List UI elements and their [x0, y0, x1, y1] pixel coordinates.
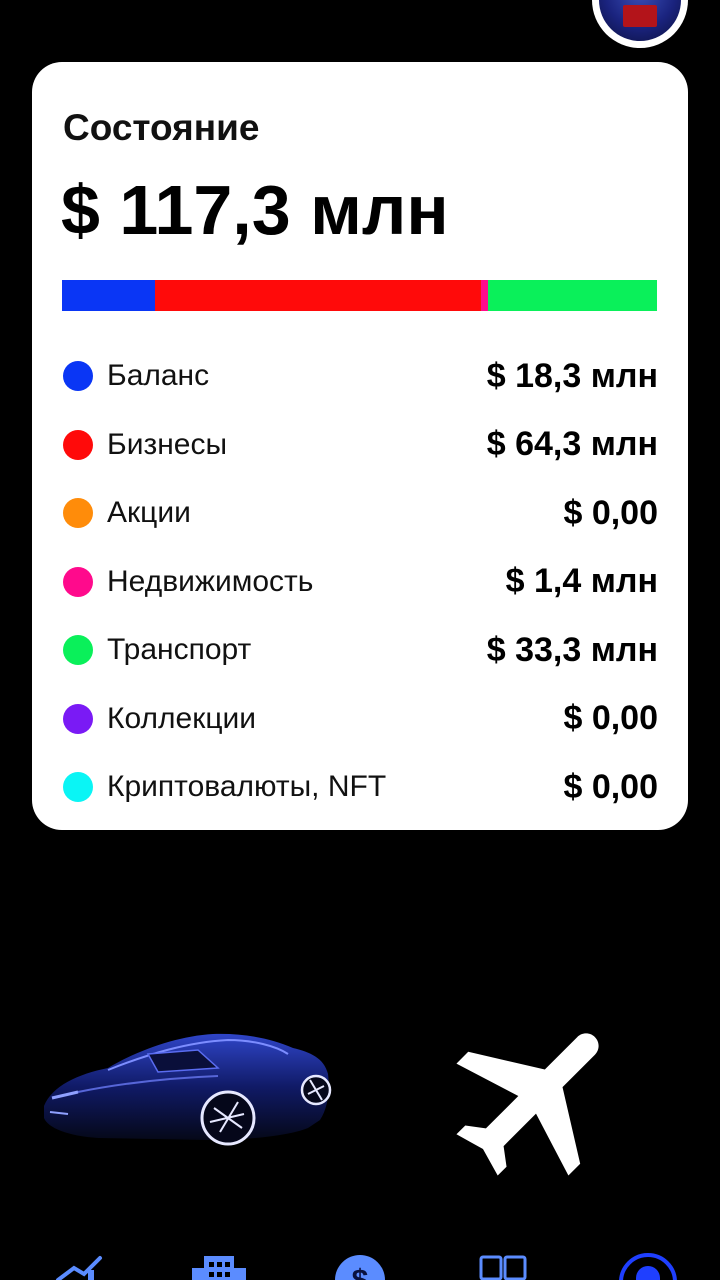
breakdown-row[interactable]: Баланс $ 18,3 млн	[62, 342, 658, 411]
breakdown-label: Криптовалюты, NFT	[107, 770, 387, 804]
bottom-navigation: $	[0, 1240, 720, 1280]
breakdown-row[interactable]: Недвижимость $ 1,4 млн	[62, 548, 658, 617]
cards-icon[interactable]	[478, 1254, 538, 1280]
breakdown-value: $ 0,00	[563, 699, 658, 738]
breakdown-row[interactable]: Акции $ 0,00	[62, 479, 658, 548]
breakdown-row[interactable]: Криптовалюты, NFT $ 0,00	[62, 753, 658, 822]
breakdown-value: $ 0,00	[563, 493, 658, 532]
breakdown-value: $ 1,4 млн	[505, 562, 658, 601]
breakdown-label: Коллекции	[107, 701, 257, 735]
card-title: Состояние	[63, 107, 260, 148]
breakdown-row[interactable]: Бизнесы $ 64,3 млн	[62, 411, 658, 480]
net-worth-card: Состояние $ 117,3 млн Баланс $ 18,3 млн Би…	[32, 62, 688, 830]
allocation-segment	[480, 280, 489, 311]
breakdown-value: $ 33,3 млн	[486, 630, 658, 669]
breakdown-row[interactable]: Коллекции $ 0,00	[62, 685, 658, 754]
svg-text:$: $	[352, 1264, 369, 1280]
dollar-icon[interactable]: $	[334, 1252, 394, 1280]
legend-dot-icon	[63, 566, 93, 597]
allocation-bar	[62, 280, 657, 311]
legend-dot-icon	[63, 429, 93, 460]
total-value: $ 117,3 млн	[61, 171, 449, 249]
legend-dot-icon	[63, 635, 93, 666]
breakdown-label: Баланс	[107, 359, 210, 393]
chart-growth-icon[interactable]	[52, 1250, 112, 1280]
breakdown-label: Бизнесы	[107, 427, 228, 461]
profile-icon[interactable]	[618, 1252, 678, 1280]
user-avatar[interactable]	[592, 0, 688, 48]
legend-dot-icon	[63, 772, 93, 803]
breakdown-label: Акции	[107, 496, 191, 530]
legend-dot-icon	[63, 703, 93, 734]
sports-car-icon[interactable]	[38, 1028, 338, 1158]
airplane-icon[interactable]	[436, 996, 636, 1196]
breakdown-label: Недвижимость	[107, 564, 314, 598]
breakdown-value: $ 64,3 млн	[486, 425, 658, 464]
breakdown-row[interactable]: Транспорт $ 33,3 млн	[62, 616, 658, 685]
user-avatar-icon	[599, 0, 681, 41]
business-building-icon[interactable]	[190, 1250, 250, 1280]
allocation-segment	[488, 280, 657, 311]
legend-dot-icon	[63, 498, 93, 529]
breakdown-label: Транспорт	[107, 633, 252, 667]
breakdown-list: Баланс $ 18,3 млн Бизнесы $ 64,3 млн Акции $ …	[62, 342, 658, 822]
allocation-segment	[62, 280, 155, 311]
app-screen: Состояние $ 117,3 млн Баланс $ 18,3 млн Би…	[0, 0, 720, 1280]
breakdown-value: $ 18,3 млн	[486, 356, 658, 395]
breakdown-value: $ 0,00	[563, 767, 658, 806]
legend-dot-icon	[63, 361, 93, 392]
allocation-segment	[154, 280, 481, 311]
